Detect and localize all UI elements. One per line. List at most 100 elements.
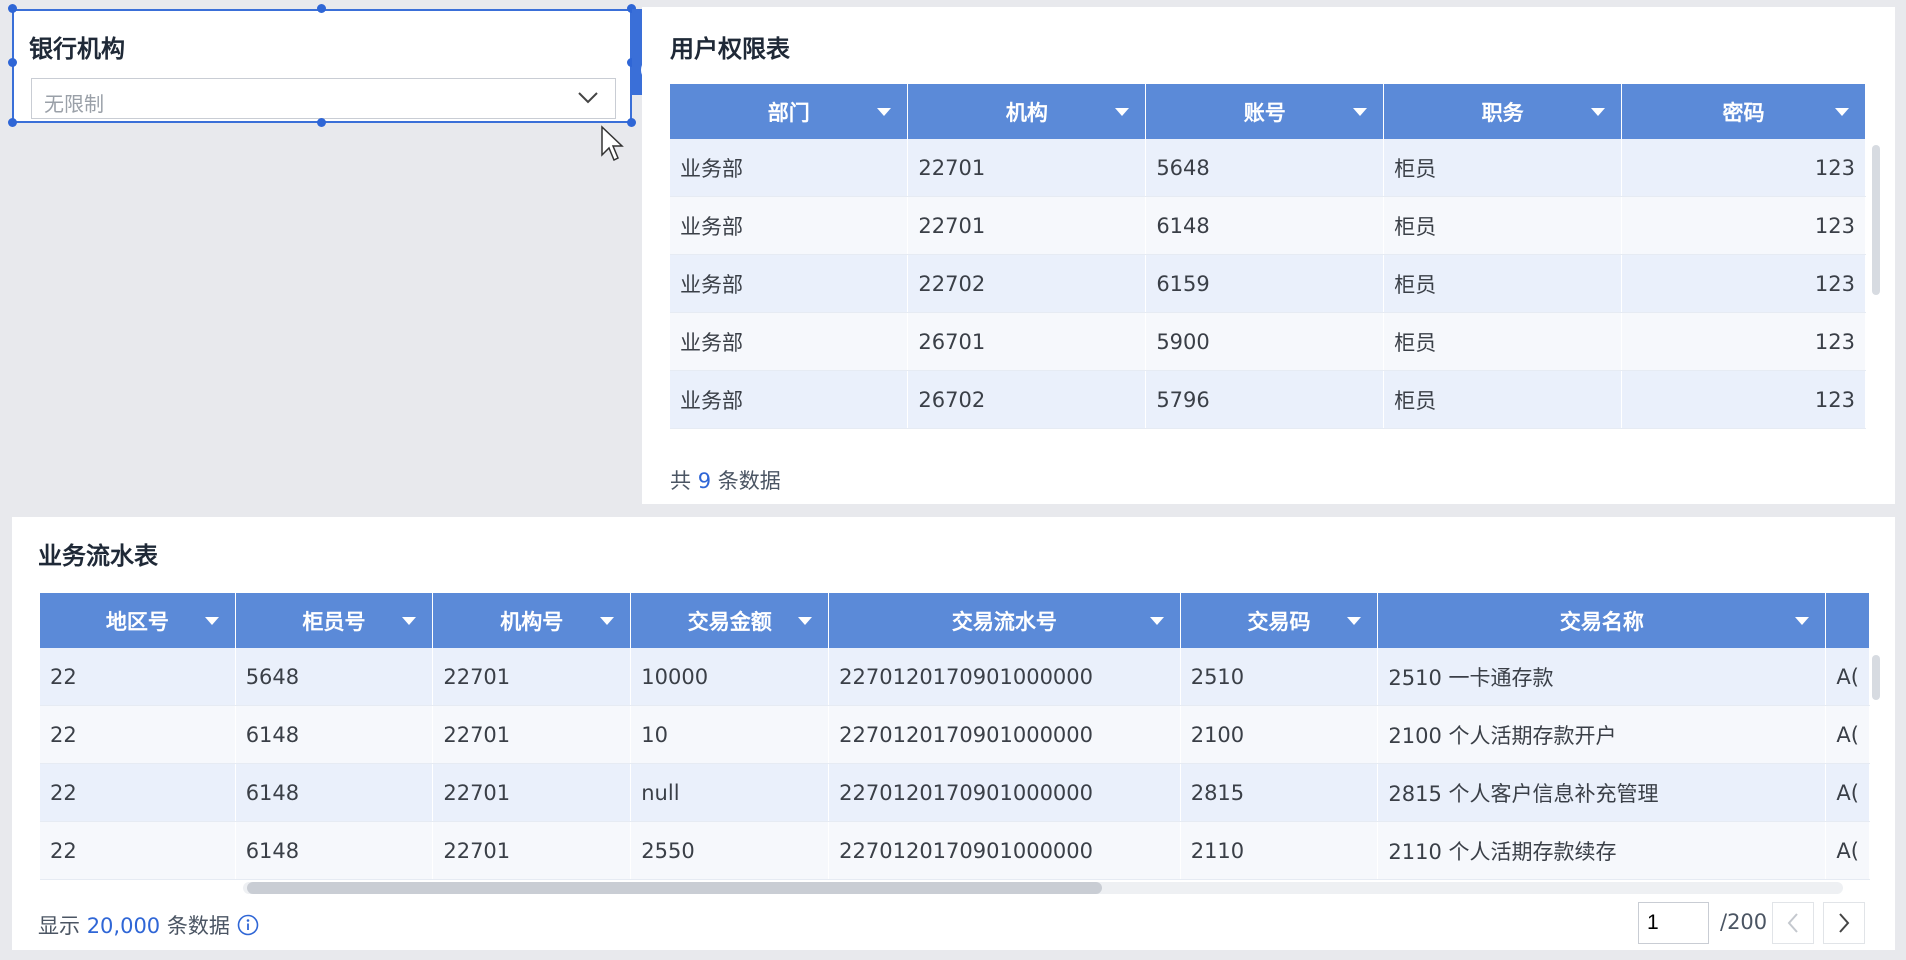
table-cell: 2100 个人活期存款开户 (1377, 705, 1827, 764)
previous-page-button[interactable] (1772, 902, 1814, 944)
table-cell: 柜员 (1383, 196, 1623, 255)
table-cell: 22 (40, 648, 236, 706)
table-cell: null (630, 763, 830, 822)
column-header-code[interactable]: 交易码 (1180, 593, 1379, 648)
table-row[interactable]: 业务部 26701 5900 柜员 123 (670, 312, 1866, 371)
sort-triangle-icon[interactable] (1835, 108, 1849, 116)
column-header-position[interactable]: 职务 (1383, 84, 1623, 139)
table-cell: 业务部 (670, 370, 909, 429)
resize-handle-b[interactable] (317, 118, 326, 127)
table-cell: 业务部 (670, 139, 909, 197)
table-cell: 22701 (432, 763, 632, 822)
table-cell: 22 (40, 821, 236, 880)
organization-select[interactable]: 无限制 (31, 78, 616, 119)
table-cell: 6159 (1145, 254, 1385, 313)
sort-triangle-icon[interactable] (1591, 108, 1606, 116)
flow-table-vertical-scrollbar[interactable] (1872, 655, 1880, 700)
table-cell: 2270120170901000000 (828, 763, 1181, 822)
sort-triangle-icon[interactable] (877, 108, 892, 116)
table-cell: 123 (1621, 196, 1866, 255)
column-header-truncated[interactable] (1825, 593, 1870, 648)
sort-triangle-icon[interactable] (600, 617, 615, 625)
column-header-org-no[interactable]: 机构号 (432, 593, 632, 648)
table-cell: 2550 (630, 821, 830, 880)
table-cell: 6148 (235, 821, 434, 880)
user-table-vertical-scrollbar[interactable] (1872, 145, 1880, 295)
sort-triangle-icon[interactable] (402, 617, 417, 625)
column-header-name[interactable]: 交易名称 (1377, 593, 1827, 648)
sort-triangle-icon[interactable] (1115, 108, 1130, 116)
table-row[interactable]: 业务部 22701 6148 柜员 123 (670, 196, 1866, 255)
table-cell: 123 (1621, 312, 1866, 371)
table-row[interactable]: 业务部 22702 6159 柜员 123 (670, 254, 1866, 313)
filter-widget[interactable]: 银行机构 无限制 (12, 9, 632, 123)
table-cell: 5648 (235, 648, 434, 706)
flow-table-footer: 显示 20,000 条数据 (38, 910, 259, 940)
table-cell: 5900 (1145, 312, 1385, 371)
sort-triangle-icon[interactable] (1795, 617, 1810, 625)
table-cell: A( (1825, 763, 1870, 822)
table-row[interactable]: 业务部 26702 5796 柜员 123 (670, 370, 1866, 429)
table-cell: 2815 个人客户信息补充管理 (1377, 763, 1827, 822)
table-cell: 10 (630, 705, 830, 764)
resize-handle-br[interactable] (627, 118, 636, 127)
table-cell: 26701 (907, 312, 1147, 371)
table-cell: 22701 (907, 196, 1147, 255)
table-cell: 123 (1621, 370, 1866, 429)
table-row[interactable]: 业务部 22701 5648 柜员 123 (670, 139, 1866, 197)
table-cell: 2110 个人活期存款续存 (1377, 821, 1827, 880)
user-table-footer: 共 9 条数据 (670, 469, 781, 493)
column-header-account[interactable]: 账号 (1145, 84, 1385, 139)
chevron-left-icon (1787, 913, 1798, 933)
table-cell: A( (1825, 648, 1870, 706)
table-cell: 2270120170901000000 (828, 705, 1181, 764)
user-table-title: 用户权限表 (670, 35, 790, 63)
next-page-button[interactable] (1823, 902, 1865, 944)
sort-triangle-icon[interactable] (798, 617, 813, 625)
chevron-down-icon (578, 92, 598, 104)
column-header-amount[interactable]: 交易金额 (630, 593, 830, 648)
flow-table-title: 业务流水表 (38, 542, 158, 570)
user-table: 部门 机构 账号 职务 密码 业务部 22701 5648 柜员 123 业务部… (670, 84, 1866, 431)
table-cell: 柜员 (1383, 312, 1623, 371)
table-cell: 22 (40, 705, 236, 764)
table-row[interactable]: 22 6148 22701 null 2270120170901000000 2… (40, 763, 1870, 822)
sort-triangle-icon[interactable] (1149, 617, 1164, 625)
table-cell: 2100 (1180, 705, 1379, 764)
resize-handle-t[interactable] (317, 4, 326, 13)
table-row[interactable]: 22 6148 22701 2550 2270120170901000000 2… (40, 821, 1870, 880)
info-icon[interactable] (237, 914, 259, 936)
table-row[interactable]: 22 5648 22701 10000 2270120170901000000 … (40, 648, 1870, 706)
resize-handle-tl[interactable] (8, 4, 17, 13)
table-cell: 22701 (432, 821, 632, 880)
column-header-password[interactable]: 密码 (1621, 84, 1866, 139)
table-row[interactable]: 22 6148 22701 10 2270120170901000000 210… (40, 705, 1870, 764)
table-cell: 22701 (907, 139, 1147, 197)
table-cell: 2510 (1180, 648, 1379, 706)
flow-table-horizontal-scrollbar[interactable] (247, 882, 1102, 894)
table-cell: 5648 (1145, 139, 1385, 197)
resize-handle-bl[interactable] (8, 118, 17, 127)
filter-title: 银行机构 (29, 35, 125, 63)
column-header-organization[interactable]: 机构 (907, 84, 1147, 139)
column-header-department[interactable]: 部门 (670, 84, 909, 139)
page-number-input[interactable] (1638, 902, 1709, 944)
sort-triangle-icon[interactable] (1347, 617, 1362, 625)
record-count: 9 (697, 469, 712, 493)
table-cell: 123 (1621, 139, 1866, 197)
resize-handle-l[interactable] (8, 58, 17, 67)
table-cell: 22702 (907, 254, 1147, 313)
column-header-teller[interactable]: 柜员号 (235, 593, 434, 648)
page-total: /200 (1720, 910, 1768, 934)
column-header-serial[interactable]: 交易流水号 (828, 593, 1181, 648)
table-cell: 22 (40, 763, 236, 822)
sort-triangle-icon[interactable] (204, 617, 219, 625)
sort-triangle-icon[interactable] (1353, 108, 1368, 116)
table-cell: 2110 (1180, 821, 1379, 880)
record-count: 20,000 (86, 914, 161, 938)
flow-table: 地区号 柜员号 机构号 交易金额 交易流水号 交易码 交易名称 22 5648 … (40, 593, 1870, 880)
mouse-cursor-icon (601, 125, 624, 162)
table-cell: 柜员 (1383, 370, 1623, 429)
column-header-region[interactable]: 地区号 (40, 593, 236, 648)
table-cell: 6148 (1145, 196, 1385, 255)
